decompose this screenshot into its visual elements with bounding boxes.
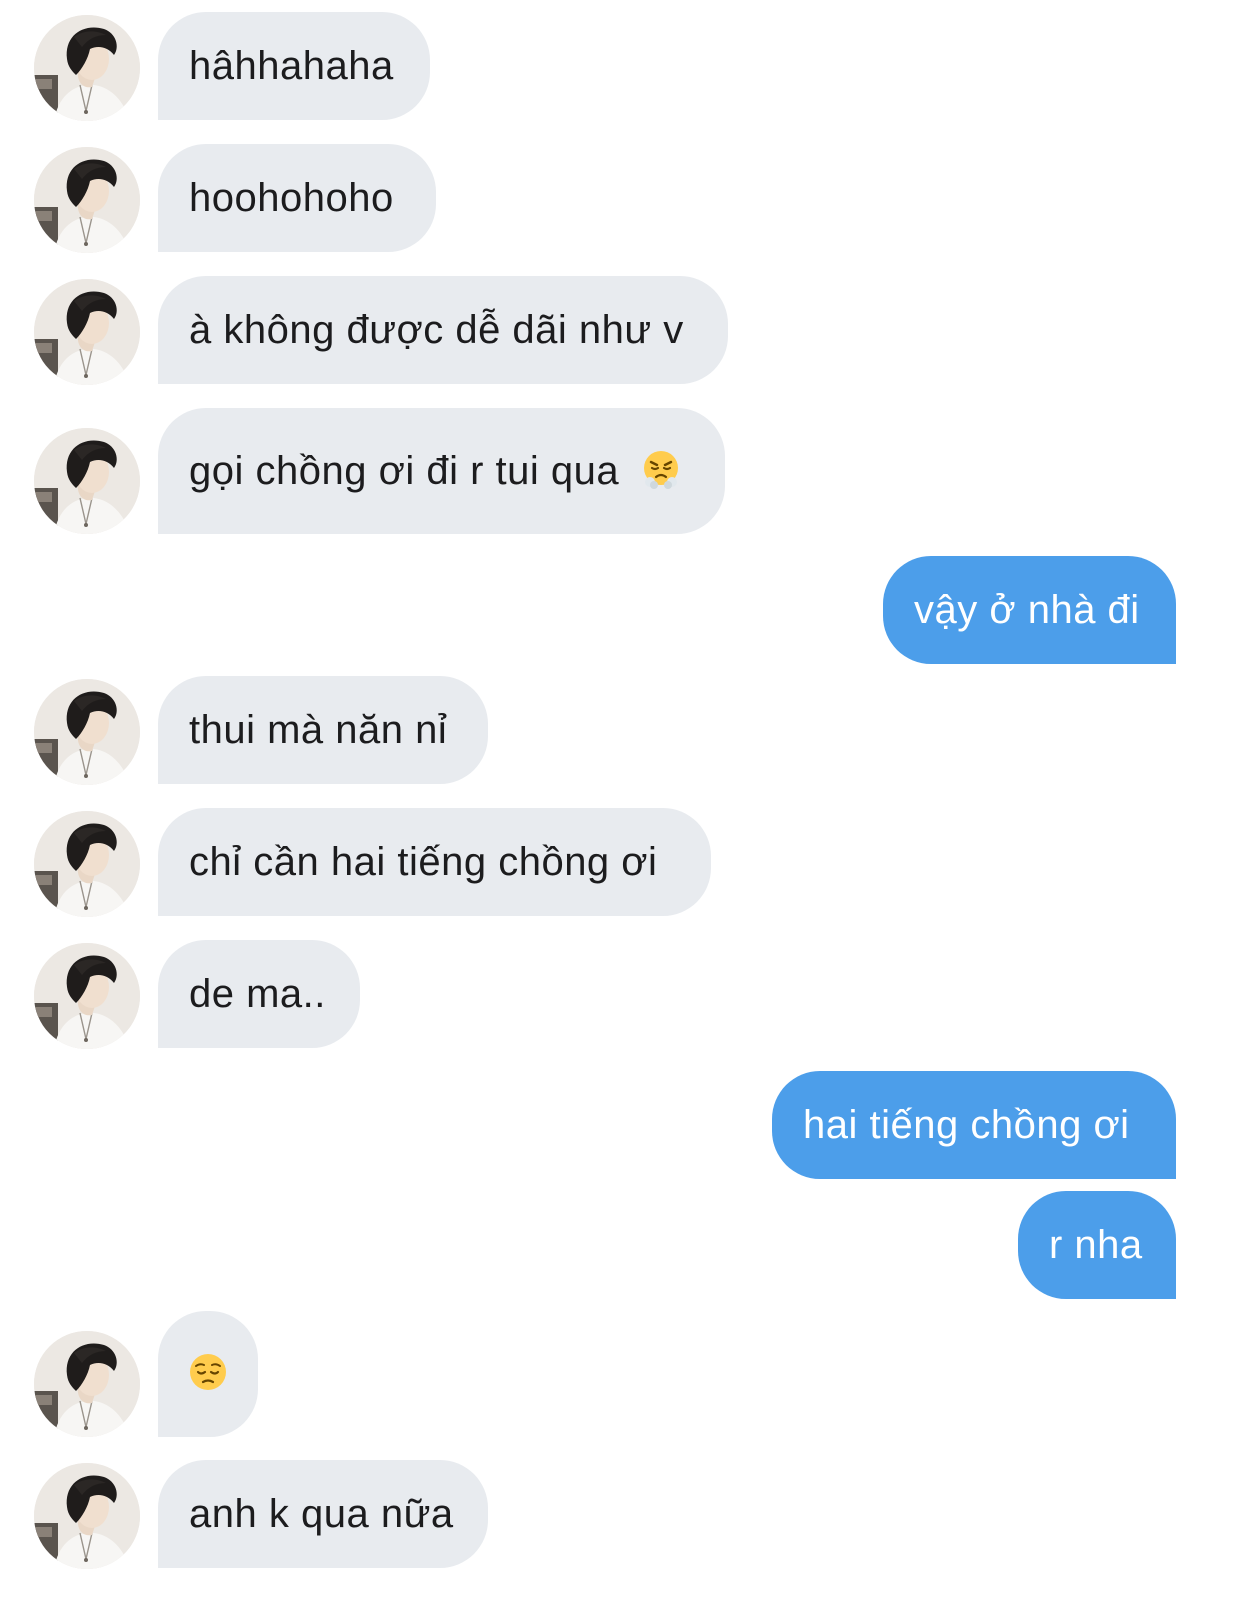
outgoing-message-bubble[interactable]: hai tiếng chồng ơi [772, 1071, 1176, 1179]
chat-thread[interactable]: hâhhahaha hoohohoho à không được dễ dãi … [0, 0, 1242, 1608]
contact-avatar[interactable] [34, 811, 140, 917]
incoming-message-bubble[interactable]: chỉ cần hai tiếng chồng ơi [158, 808, 711, 916]
contact-avatar[interactable] [34, 279, 140, 385]
message-text: à không được dễ dãi như v [189, 308, 684, 352]
incoming-message-bubble[interactable]: thui mà năn nỉ [158, 676, 488, 784]
incoming-message-bubble[interactable]: anh k qua nữa [158, 1460, 488, 1568]
incoming-message-bubble[interactable] [158, 1311, 258, 1437]
contact-avatar[interactable] [34, 1463, 140, 1569]
message-text: anh k qua nữa [189, 1492, 454, 1536]
incoming-message-bubble[interactable]: gọi chồng ơi đi r tui qua [158, 408, 725, 534]
message-text: chỉ cần hai tiếng chồng ơi [189, 840, 658, 884]
message-text: hâhhahaha [189, 44, 394, 88]
message-text: r nha [1049, 1223, 1143, 1267]
message-text: hai tiếng chồng ơi [803, 1103, 1130, 1147]
steam-from-nose-emoji-icon [641, 449, 681, 489]
message-text: vậy ở nhà đi [914, 588, 1140, 632]
outgoing-message-bubble[interactable]: vậy ở nhà đi [883, 556, 1176, 664]
message-text: gọi chồng ơi đi r tui qua [189, 449, 620, 493]
message-text: hoohohoho [189, 176, 394, 220]
contact-avatar[interactable] [34, 428, 140, 534]
incoming-message-bubble[interactable]: hoohohoho [158, 144, 436, 252]
outgoing-message-bubble[interactable]: r nha [1018, 1191, 1176, 1299]
incoming-message-bubble[interactable]: à không được dễ dãi như v [158, 276, 728, 384]
incoming-message-bubble[interactable]: hâhhahaha [158, 12, 430, 120]
pensive-face-emoji-icon [188, 1352, 228, 1392]
contact-avatar[interactable] [34, 679, 140, 785]
message-text: thui mà năn nỉ [189, 708, 448, 752]
contact-avatar[interactable] [34, 15, 140, 121]
incoming-message-bubble[interactable]: de ma.. [158, 940, 360, 1048]
message-text: de ma.. [189, 972, 326, 1016]
contact-avatar[interactable] [34, 147, 140, 253]
contact-avatar[interactable] [34, 1331, 140, 1437]
contact-avatar[interactable] [34, 943, 140, 1049]
